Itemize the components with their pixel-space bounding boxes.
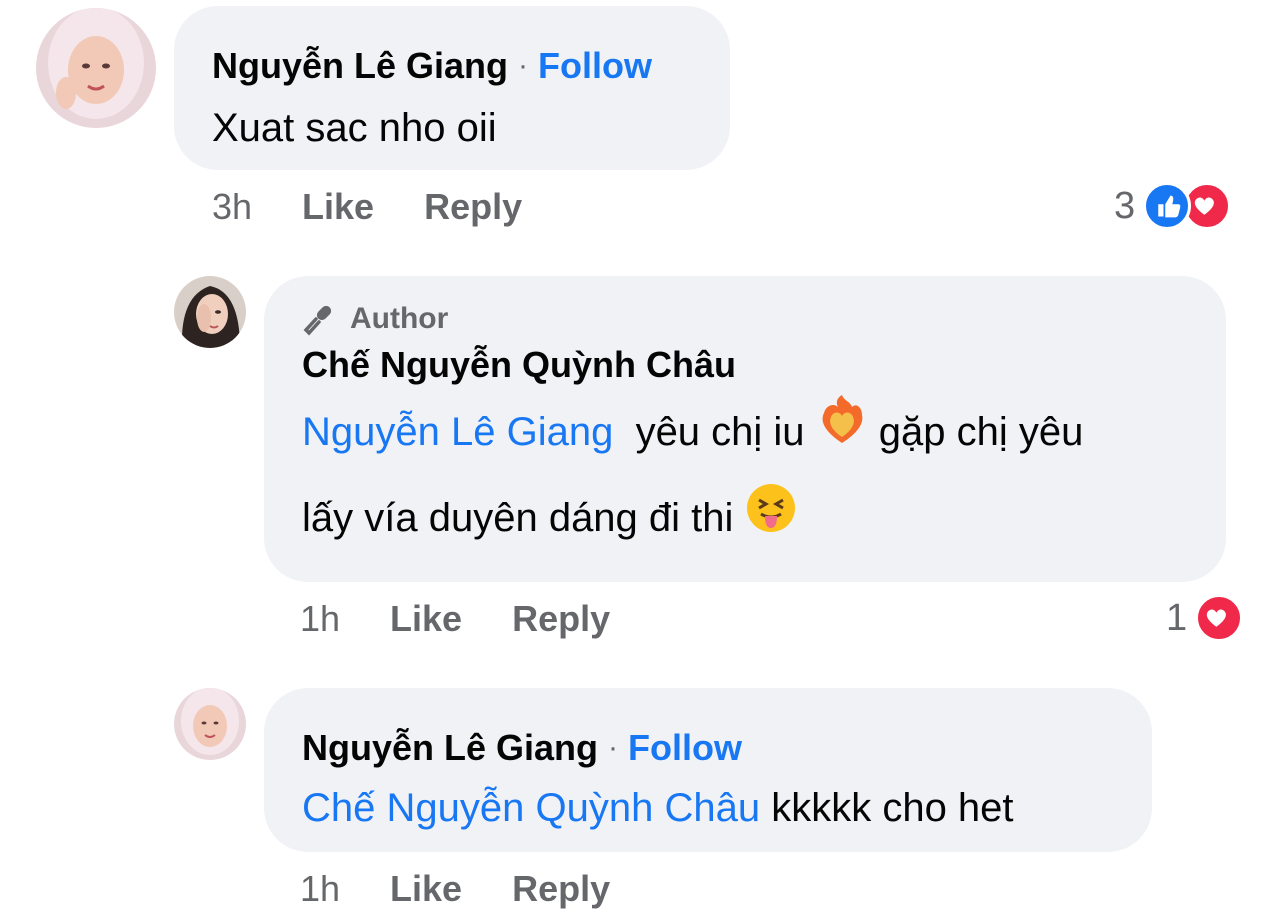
author-badge-label: Author [350, 302, 449, 335]
comment-actions: 1h Like Reply [300, 868, 660, 910]
comment-time[interactable]: 1h [300, 868, 340, 910]
comment-author[interactable]: Chế Nguyễn Quỳnh Châu [302, 344, 1226, 386]
comment-text-part: yêu chị iu [635, 410, 805, 454]
mention-link[interactable]: Nguyễn Lê Giang [302, 410, 613, 454]
comment-text-part: gặp chị yêu [878, 410, 1084, 454]
comment-time[interactable]: 3h [212, 186, 252, 228]
comment-actions: 3h Like Reply [212, 186, 572, 228]
reply-button[interactable]: Reply [424, 186, 522, 228]
comment-text: Chế Nguyễn Quỳnh Châu kkkkk cho het [302, 786, 1152, 831]
separator-dot: · [518, 49, 529, 82]
separator-dot: · [608, 731, 619, 764]
comment-bubble: Nguyễn Lê Giang · Follow Chế Nguyễn Quỳn… [264, 688, 1152, 852]
comment-text-part: kkkkk cho het [771, 786, 1014, 830]
love-icon [1195, 594, 1244, 642]
comment-text: Nguyễn Lê Giang yêu chị iu gặp chị yêu l… [302, 390, 1226, 563]
like-icon [1143, 182, 1192, 230]
author-badge: Author [302, 302, 1226, 336]
avatar[interactable] [174, 688, 246, 760]
mention-link[interactable]: Chế Nguyễn Quỳnh Châu [302, 786, 760, 830]
like-button[interactable]: Like [390, 868, 462, 910]
comment-text: Xuat sac nho oii [212, 106, 497, 150]
like-button[interactable]: Like [302, 186, 374, 228]
like-button[interactable]: Like [390, 598, 462, 640]
comment-actions: 1h Like Reply [300, 598, 660, 640]
comment-bubble: Author Chế Nguyễn Quỳnh Châu Nguyễn Lê G… [264, 276, 1226, 582]
squinting-tongue-emoji [745, 479, 797, 563]
comment-bubble: Nguyễn Lê Giang · Follow Xuat sac nho oi… [174, 6, 730, 170]
reply-button[interactable]: Reply [512, 598, 610, 640]
comment-author[interactable]: Nguyễn Lê Giang [212, 45, 508, 87]
reaction-summary[interactable]: 1 [1166, 594, 1244, 642]
microphone-icon [302, 302, 336, 336]
follow-button[interactable]: Follow [628, 727, 742, 769]
avatar[interactable] [36, 8, 156, 128]
avatar[interactable] [174, 276, 246, 348]
reaction-count: 3 [1114, 184, 1136, 227]
comment-time[interactable]: 1h [300, 598, 340, 640]
reaction-summary[interactable]: 3 [1114, 182, 1232, 230]
comment-author[interactable]: Nguyễn Lê Giang [302, 727, 598, 769]
reaction-count: 1 [1166, 596, 1188, 639]
follow-button[interactable]: Follow [538, 45, 652, 87]
comment-text-part: lấy vía duyên dáng đi thi [302, 496, 734, 541]
heart-on-fire-emoji [816, 392, 868, 476]
reply-button[interactable]: Reply [512, 868, 610, 910]
